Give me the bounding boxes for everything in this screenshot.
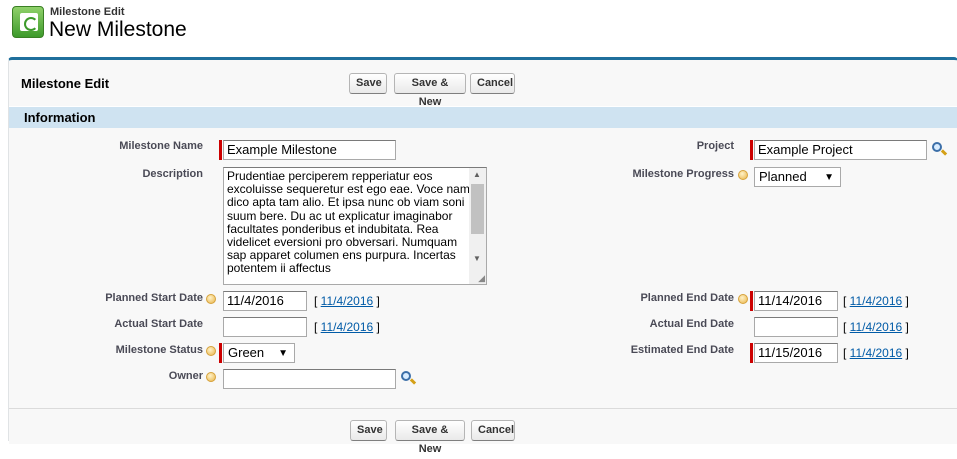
help-icon[interactable]	[206, 294, 216, 304]
project-label: Project	[696, 140, 734, 152]
information-section: Milestone Name Example Milestone Project…	[9, 128, 957, 408]
save-button[interactable]: Save	[350, 420, 387, 441]
owner-lookup-icon[interactable]	[400, 370, 417, 386]
resize-handle-icon[interactable]: ◢	[478, 273, 485, 284]
required-indicator	[750, 291, 753, 311]
help-icon[interactable]	[206, 346, 216, 356]
planned-start-date-label: Planned Start Date	[105, 292, 203, 304]
planned-start-date-today-link: [ 11/4/2016 ]	[314, 294, 380, 308]
page-header: Milestone Edit New Milestone	[12, 4, 952, 44]
actual-end-date-today-link: [ 11/4/2016 ]	[843, 320, 909, 334]
milestone-name-input[interactable]: Example Milestone	[223, 140, 396, 160]
required-indicator	[219, 140, 222, 160]
help-icon[interactable]	[738, 170, 748, 180]
today-date-link[interactable]: 11/4/2016	[321, 294, 374, 308]
today-date-link[interactable]: 11/4/2016	[321, 320, 374, 334]
milestone-status-label: Milestone Status	[115, 344, 203, 356]
description-text: Prudentiae perciperem repperiatur eos ex…	[227, 170, 470, 276]
today-date-link[interactable]: 11/4/2016	[850, 294, 903, 308]
milestone-progress-value: Planned	[759, 169, 807, 184]
planned-end-date-label: Planned End Date	[640, 292, 734, 304]
scroll-down-icon[interactable]: ▼	[473, 254, 481, 263]
today-date-link[interactable]: 11/4/2016	[850, 346, 903, 360]
milestone-status-value: Green	[228, 345, 265, 360]
estimated-end-date-today-link: [ 11/4/2016 ]	[843, 346, 909, 360]
milestone-progress-select[interactable]: Planned ▼	[754, 167, 841, 187]
planned-end-date-today-link: [ 11/4/2016 ]	[843, 294, 909, 308]
actual-end-date-label: Actual End Date	[649, 318, 734, 330]
milestone-progress-label: Milestone Progress	[632, 168, 734, 180]
panel-title: Milestone Edit	[21, 76, 110, 91]
help-icon[interactable]	[738, 294, 748, 304]
estimated-end-date-input[interactable]: 11/15/2016	[754, 343, 838, 363]
owner-input[interactable]	[223, 369, 396, 389]
milestone-name-label: Milestone Name	[119, 140, 203, 152]
today-date-link[interactable]: 11/4/2016	[850, 320, 903, 334]
project-input[interactable]: Example Project	[754, 140, 927, 160]
description-textarea[interactable]: Prudentiae perciperem repperiatur eos ex…	[223, 167, 487, 285]
page-subtitle: Milestone Edit	[50, 6, 125, 18]
required-indicator	[750, 343, 753, 363]
milestone-status-select[interactable]: Green ▼	[223, 343, 295, 363]
project-lookup-icon[interactable]	[931, 141, 948, 157]
required-indicator	[219, 343, 222, 363]
actual-start-date-input[interactable]	[223, 317, 307, 337]
save-and-new-button[interactable]: Save & New	[395, 420, 465, 455]
milestone-app-icon	[12, 6, 44, 38]
save-button[interactable]: Save	[349, 73, 387, 94]
estimated-end-date-label: Estimated End Date	[630, 344, 734, 356]
owner-label: Owner	[168, 370, 203, 382]
actual-start-date-today-link: [ 11/4/2016 ]	[314, 320, 380, 334]
actual-start-date-label: Actual Start Date	[114, 318, 203, 330]
description-scrollbar[interactable]: ▲ ▼	[469, 168, 486, 284]
cancel-button[interactable]: Cancel	[470, 73, 515, 94]
section-header-information: Information	[9, 106, 957, 128]
chevron-down-icon: ▼	[278, 348, 288, 359]
chevron-down-icon: ▼	[824, 172, 834, 183]
actual-end-date-input[interactable]	[754, 317, 838, 337]
planned-end-date-input[interactable]: 11/14/2016	[754, 291, 838, 311]
scroll-up-icon[interactable]: ▲	[473, 170, 481, 179]
required-indicator	[750, 140, 753, 160]
bottom-button-bar: Save Save & New Cancel	[9, 408, 957, 455]
section-title: Information	[24, 110, 96, 125]
description-label: Description	[142, 168, 203, 180]
milestone-edit-panel: Milestone Edit Save Save & New Cancel In…	[8, 57, 957, 455]
scroll-thumb[interactable]	[471, 184, 484, 234]
page-title: New Milestone	[49, 18, 187, 41]
save-and-new-button[interactable]: Save & New	[394, 73, 466, 108]
help-icon[interactable]	[206, 372, 216, 382]
planned-start-date-input[interactable]: 11/4/2016	[223, 291, 307, 311]
cancel-button[interactable]: Cancel	[471, 420, 515, 441]
